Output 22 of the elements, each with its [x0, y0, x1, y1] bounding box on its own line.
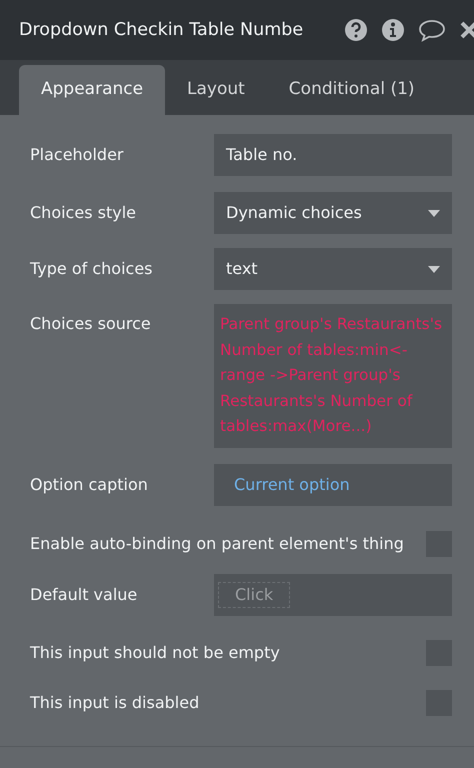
info-icon[interactable] [381, 18, 405, 42]
caret-icon [428, 266, 440, 272]
text-field[interactable]: Table no. [214, 134, 452, 176]
property-label: Placeholder [30, 144, 124, 166]
help-icon[interactable] [344, 18, 368, 42]
property-label: Option caption [30, 474, 149, 496]
speech-bubble-icon[interactable] [418, 18, 446, 42]
property-label: Default value [30, 584, 138, 606]
tab[interactable]: Appearance [19, 65, 165, 115]
property-label: This input should not be empty [30, 642, 280, 664]
property-label: Type of choices [30, 258, 154, 280]
dropdown[interactable]: text [214, 248, 452, 290]
tab[interactable]: Layout [165, 65, 267, 115]
close-icon[interactable] [459, 20, 474, 40]
dropdown[interactable]: Dynamic choices [214, 192, 452, 234]
caret-icon [428, 210, 440, 216]
tab[interactable]: Conditional (1) [266, 65, 437, 115]
window-title: Dropdown Checkin Table Numbe [19, 18, 304, 42]
property-label: Enable auto-binding on parent element's thing [30, 532, 404, 554]
property-label: Choices source [30, 313, 152, 335]
property-label: Choices style [30, 202, 137, 224]
property-label: This input is disabled [30, 692, 200, 714]
